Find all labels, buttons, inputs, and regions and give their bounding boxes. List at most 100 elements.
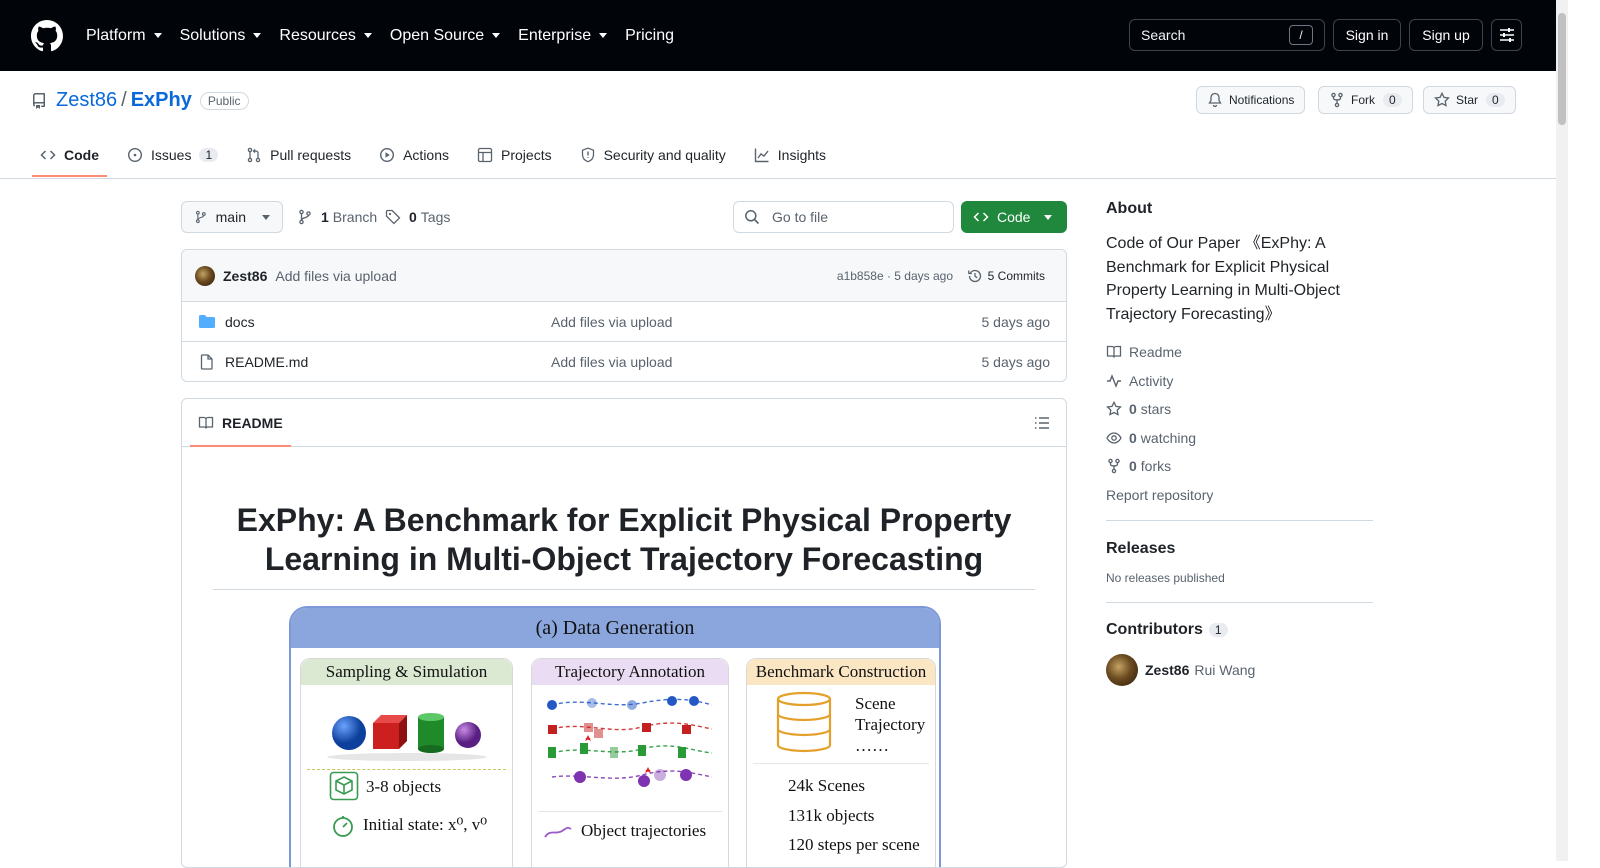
stat-item: 120 steps per scene <box>788 835 920 854</box>
branches-link[interactable]: 1 Branch <box>297 201 377 233</box>
figure-panel-sampling: Sampling & Simulation 3-8 objects Initia… <box>300 658 513 867</box>
stars-count: 0 <box>1129 401 1137 418</box>
commit-hash-time[interactable]: a1b858e · 5 days ago <box>837 269 953 283</box>
tab-pull-requests[interactable]: Pull requests <box>238 139 359 171</box>
github-logo-icon[interactable] <box>31 20 63 52</box>
branch-name: main <box>215 209 246 225</box>
star-icon <box>1106 401 1122 417</box>
contributor-login[interactable]: Zest86 <box>1145 662 1189 678</box>
list-item: Trajectory <box>855 715 926 734</box>
nav-pricing[interactable]: Pricing <box>625 27 674 45</box>
search-button[interactable]: Search / <box>1129 19 1325 51</box>
go-to-file-input[interactable]: Go to file <box>733 201 954 233</box>
chevron-down-icon <box>599 33 608 38</box>
tab-actions[interactable]: Actions <box>371 139 457 171</box>
go-to-file-placeholder: Go to file <box>772 209 829 225</box>
figure-panel-benchmark: Benchmark Construction Scene Trajectory … <box>746 658 936 867</box>
chevron-down-icon <box>153 33 162 38</box>
list-icon[interactable] <box>1034 415 1050 431</box>
commit-message-link[interactable]: Add files via upload <box>275 268 396 284</box>
watching-count: 0 <box>1129 429 1137 446</box>
file-name-link[interactable]: README.md <box>225 354 308 370</box>
issue-icon <box>127 147 143 163</box>
tab-security[interactable]: Security and quality <box>572 139 734 171</box>
scrollbar-thumb[interactable] <box>1558 13 1566 125</box>
nav-label: Enterprise <box>518 26 592 44</box>
commit-author-link[interactable]: Zest86 <box>223 268 267 284</box>
report-repository-link[interactable]: Report repository <box>1106 481 1373 510</box>
branch-label: Branch <box>332 209 378 225</box>
readme-tab[interactable]: README <box>190 399 291 447</box>
star-button[interactable]: Star 0 <box>1423 86 1516 114</box>
readme-tab-label: README <box>222 414 283 431</box>
repo-name-link[interactable]: ExPhy <box>131 89 192 112</box>
fork-button[interactable]: Fork 0 <box>1318 86 1413 114</box>
tab-issues[interactable]: Issues 1 <box>119 139 226 171</box>
contributors-heading[interactable]: Contributors 1 <box>1106 621 1373 639</box>
code-download-button[interactable]: Code <box>961 201 1067 233</box>
star-count: 0 <box>1486 93 1505 107</box>
chevron-down-icon <box>1044 214 1053 220</box>
code-button-label: Code <box>997 209 1031 225</box>
nav-label: Resources <box>279 26 356 44</box>
book-icon <box>198 416 214 429</box>
tab-projects[interactable]: Projects <box>469 139 560 171</box>
file-commit-message[interactable]: Add files via upload <box>551 354 672 370</box>
fork-count: 0 <box>1383 93 1402 107</box>
activity-link[interactable]: Activity <box>1106 367 1373 396</box>
sidebar-divider <box>1106 602 1373 603</box>
notifications-button[interactable]: Notifications <box>1196 86 1306 114</box>
readme-tabbar: README <box>182 399 1066 447</box>
nav-enterprise[interactable]: Enterprise <box>518 26 608 45</box>
file-row-readme[interactable]: README.md Add files via upload 5 days ag… <box>182 342 1066 381</box>
sign-in-button[interactable]: Sign in <box>1333 19 1401 51</box>
commits-link[interactable]: 5 Commits <box>967 268 1045 284</box>
chevron-down-icon <box>253 33 262 38</box>
file-commit-message[interactable]: Add files via upload <box>551 314 672 330</box>
file-icon <box>200 354 213 370</box>
contributor-item[interactable]: Zest86 Rui Wang <box>1106 654 1373 686</box>
page-scrollbar[interactable] <box>1556 0 1568 861</box>
tab-code[interactable]: Code <box>32 139 107 177</box>
readme-link[interactable]: Readme <box>1106 338 1373 367</box>
file-name-link[interactable]: docs <box>225 314 255 330</box>
report-label: Report repository <box>1106 486 1214 503</box>
forks-label: forks <box>1140 458 1172 475</box>
branch-selector[interactable]: main <box>181 201 283 233</box>
benchmark-contents: Scene Trajectory …… <box>855 693 925 756</box>
tab-insights[interactable]: Insights <box>746 139 834 171</box>
stars-link[interactable]: 0 stars <box>1106 395 1373 424</box>
watchers-link[interactable]: 0 watching <box>1106 424 1373 453</box>
releases-heading[interactable]: Releases <box>1106 540 1373 558</box>
tab-label: Projects <box>501 147 552 163</box>
panel-title: Trajectory Annotation <box>532 659 728 685</box>
nav-open-source[interactable]: Open Source <box>390 27 501 45</box>
readme-figure: (a) Data Generation Sampling & Simulatio… <box>289 606 941 867</box>
commit-count: 5 Commits <box>987 268 1045 283</box>
nav-resources[interactable]: Resources <box>279 26 372 45</box>
readme-heading: ExPhy: A Benchmark for Explicit Physical… <box>213 501 1035 590</box>
object-shapes-illustration <box>327 713 487 761</box>
book-icon <box>1106 346 1122 358</box>
sign-up-button[interactable]: Sign up <box>1409 19 1483 51</box>
nav-platform[interactable]: Platform <box>86 27 162 45</box>
repo-owner-link[interactable]: Zest86 <box>56 89 117 112</box>
forks-link[interactable]: 0 forks <box>1106 452 1373 481</box>
avatar[interactable] <box>1106 654 1138 686</box>
sidebar-divider <box>1106 520 1373 521</box>
nav-solutions[interactable]: Solutions <box>180 27 262 45</box>
readme-link-label: Readme <box>1129 344 1182 361</box>
graph-icon <box>754 148 769 163</box>
file-row-docs[interactable]: docs Add files via upload 5 days ago <box>182 302 1066 342</box>
nav-label: Solutions <box>179 26 246 44</box>
sliders-icon <box>1499 28 1514 42</box>
appearance-settings-button[interactable] <box>1491 19 1522 51</box>
global-nav: Platform Solutions Resources Open Source… <box>86 0 692 71</box>
avatar[interactable] <box>195 265 215 286</box>
tags-link[interactable]: 0 Tags <box>385 201 450 233</box>
play-icon <box>380 147 395 163</box>
trajectories-label: Object trajectories <box>581 821 707 840</box>
tab-label: Issues <box>151 147 192 163</box>
panel-divider <box>307 769 506 770</box>
releases-empty-text: No releases published <box>1106 571 1225 585</box>
